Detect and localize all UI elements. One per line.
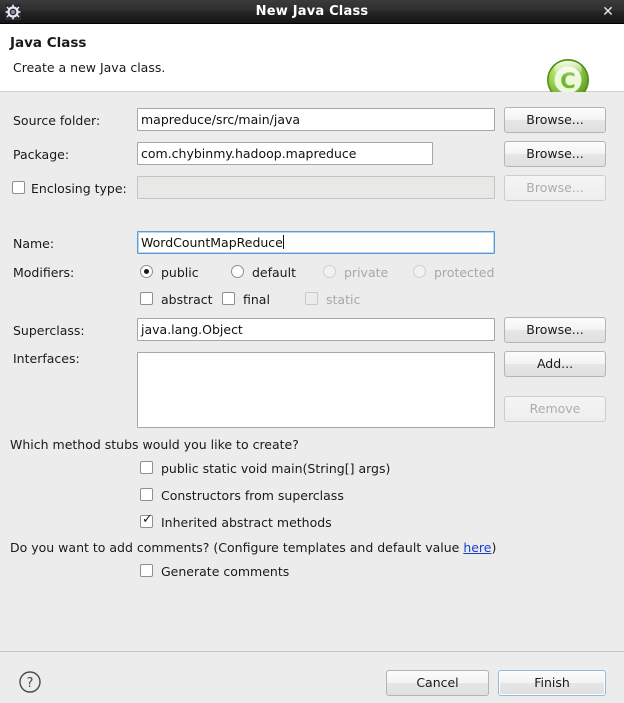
- enclosing-type-label: Enclosing type:: [31, 181, 127, 196]
- interfaces-list[interactable]: [137, 352, 495, 428]
- comments-question: Do you want to add comments? (Configure …: [10, 540, 496, 555]
- title-bar: New Java Class ✕: [0, 0, 624, 24]
- cancel-button[interactable]: Cancel: [386, 670, 489, 696]
- modifier-label-public: public: [161, 265, 199, 280]
- modifier-label-final: final: [243, 292, 270, 307]
- new-java-class-dialog: New Java Class ✕ Java Class Create a new…: [0, 0, 624, 703]
- comments-question-prefix: Do you want to add comments? (Configure …: [10, 540, 464, 555]
- enclosing-type-checkbox[interactable]: [12, 181, 25, 194]
- page-description: Create a new Java class.: [13, 60, 166, 75]
- help-icon[interactable]: ?: [18, 670, 42, 694]
- source-folder-browse-button[interactable]: Browse...: [504, 107, 606, 133]
- generate-comments-checkbox[interactable]: [140, 564, 153, 577]
- finish-button[interactable]: Finish: [498, 670, 606, 696]
- source-folder-label: Source folder:: [13, 113, 101, 128]
- modifier-label-static: static: [326, 292, 361, 307]
- modifier-checkbox-final[interactable]: [222, 292, 235, 305]
- modifier-checkbox-static: [305, 292, 318, 305]
- dialog-header: Java Class Create a new Java class. C: [0, 24, 624, 101]
- name-label: Name:: [13, 236, 55, 251]
- interfaces-label: Interfaces:: [13, 351, 80, 366]
- comments-question-suffix: ): [491, 540, 497, 555]
- stub-label-inherited: Inherited abstract methods: [161, 515, 332, 530]
- modifier-radio-protected: [413, 265, 426, 278]
- modifier-radio-default[interactable]: [231, 265, 244, 278]
- class-name-value: WordCountMapReduce: [141, 235, 283, 250]
- window-title: New Java Class: [255, 4, 369, 19]
- modifier-radio-public[interactable]: [140, 265, 153, 278]
- modifier-radio-private: [323, 265, 336, 278]
- enclosing-type-browse-button: Browse...: [504, 175, 606, 201]
- stub-checkbox-inherited[interactable]: ✓: [140, 512, 153, 528]
- configure-templates-link[interactable]: here: [463, 540, 491, 555]
- method-stubs-question: Which method stubs would you like to cre…: [10, 437, 299, 452]
- radio-dot: [144, 269, 149, 274]
- page-title: Java Class: [10, 35, 87, 51]
- superclass-input[interactable]: java.lang.Object: [137, 318, 495, 341]
- modifier-label-default: default: [252, 265, 296, 280]
- source-folder-input[interactable]: mapreduce/src/main/java: [137, 108, 495, 131]
- text-caret: [282, 235, 284, 249]
- class-name-input[interactable]: WordCountMapReduce: [137, 231, 495, 254]
- modifier-label-protected: protected: [434, 265, 495, 280]
- modifier-checkbox-abstract[interactable]: [140, 292, 153, 305]
- enclosing-type-input: [137, 176, 495, 199]
- package-input[interactable]: com.chybinmy.hadoop.mapreduce: [137, 142, 433, 165]
- generate-comments-label: Generate comments: [161, 564, 290, 579]
- check-mark-icon: ✓: [142, 512, 153, 527]
- stub-label-main: public static void main(String[] args): [161, 461, 391, 476]
- modifier-label-abstract: abstract: [161, 292, 213, 307]
- interfaces-remove-button: Remove: [504, 396, 606, 422]
- svg-text:?: ?: [27, 676, 34, 691]
- modifiers-label: Modifiers:: [13, 265, 75, 280]
- close-icon[interactable]: ✕: [600, 4, 616, 20]
- interfaces-add-button[interactable]: Add...: [504, 351, 606, 377]
- modifier-label-private: private: [344, 265, 389, 280]
- superclass-label: Superclass:: [13, 323, 85, 338]
- stub-checkbox-constructors[interactable]: [140, 488, 153, 501]
- package-browse-button[interactable]: Browse...: [504, 141, 606, 167]
- stub-checkbox-main[interactable]: [140, 461, 153, 474]
- superclass-browse-button[interactable]: Browse...: [504, 317, 606, 343]
- package-label: Package:: [13, 147, 70, 162]
- stub-label-constructors: Constructors from superclass: [161, 488, 344, 503]
